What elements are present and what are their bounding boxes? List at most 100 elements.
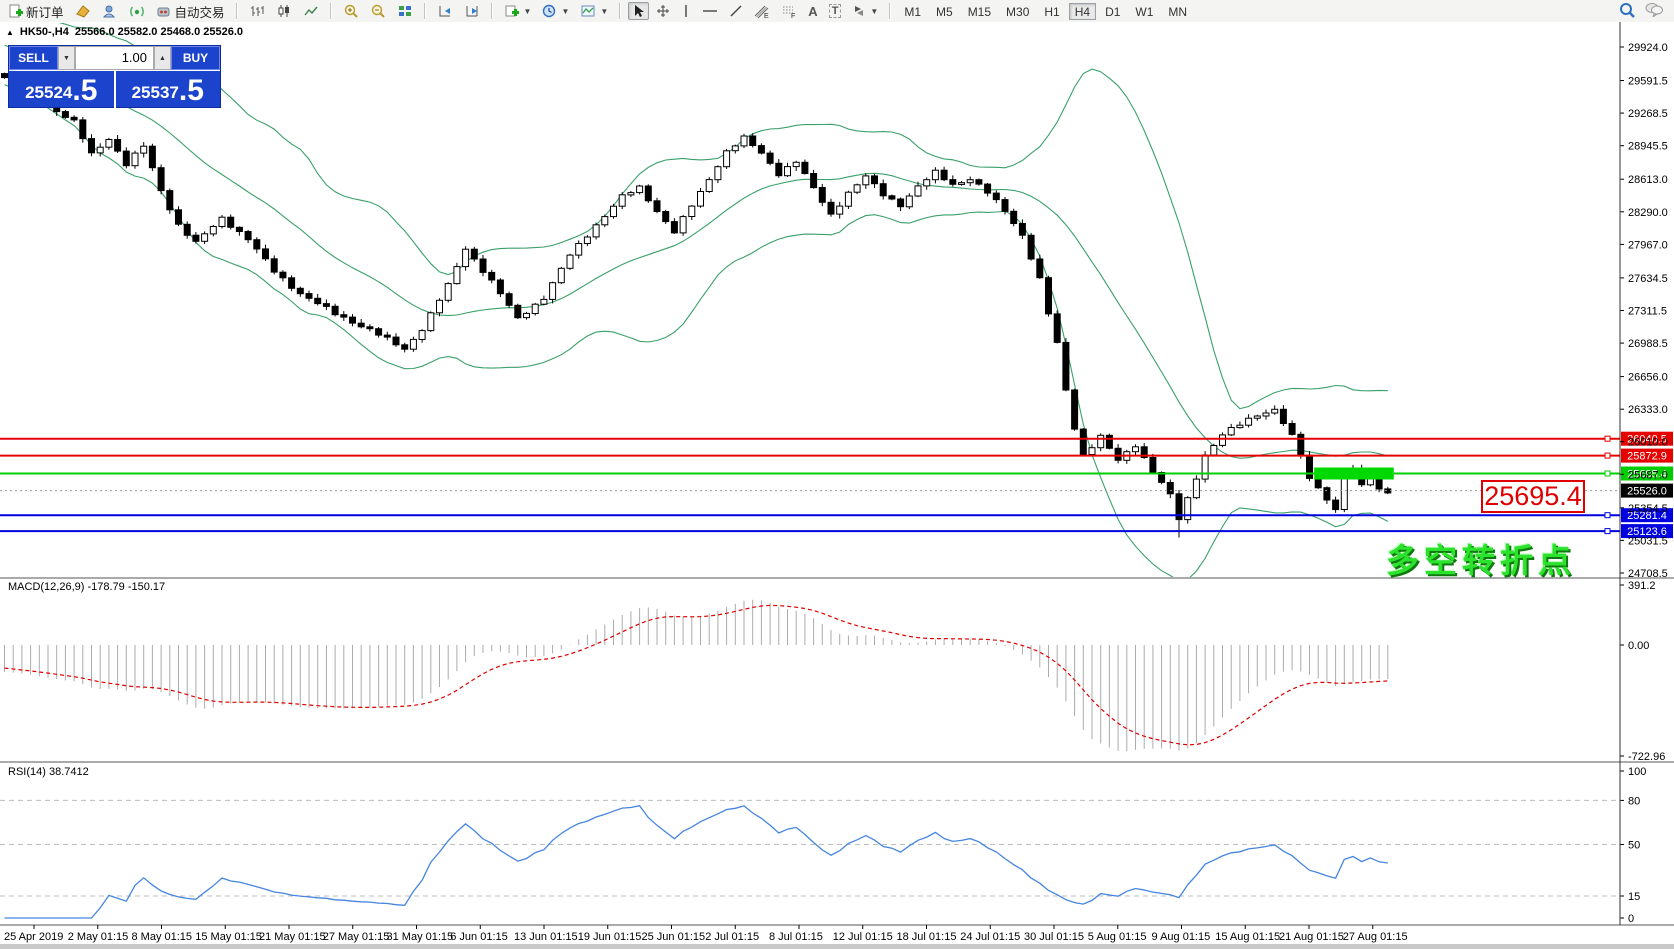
sell-price[interactable]: 25524 .5 [9, 71, 114, 108]
rsi-line [5, 806, 1388, 918]
macd-tick-label: 391.2 [1628, 580, 1656, 592]
candlestick-chart-icon [276, 4, 292, 18]
seal-button[interactable] [71, 2, 95, 20]
signal-button[interactable] [125, 2, 149, 20]
autotrading-button[interactable]: 自动交易 [152, 2, 229, 20]
timeframe-m15[interactable]: M15 [962, 3, 997, 20]
rsi-indicator-label: RSI(14) 38.7412 [8, 766, 89, 778]
trendline-icon [729, 4, 743, 18]
rsi-tick-label: 100 [1628, 766, 1646, 778]
cursor-tool-button[interactable] [628, 2, 649, 20]
sell-price-main: 25524 [25, 80, 72, 106]
periodicity-button[interactable]: ▼ [538, 2, 573, 20]
highlight-bar[interactable] [1314, 468, 1394, 480]
timeframe-m1[interactable]: M1 [898, 3, 927, 20]
label-tool-icon: T [829, 4, 842, 18]
turning-point-text[interactable]: 多空转折点 [1386, 534, 1576, 582]
time-axis-label: 8 Jul 01:15 [769, 931, 823, 943]
horizontal-line-tool-button[interactable] [698, 2, 722, 20]
volume-up-button[interactable]: ▲ [154, 46, 171, 70]
chart-window[interactable]: 26040.525872.925695.425526.025281.425123… [0, 22, 1674, 949]
time-axis-label: 15 Aug 01:15 [1215, 931, 1280, 943]
candlestick-chart-button[interactable] [272, 2, 296, 20]
time-axis-label: 9 Aug 01:15 [1152, 931, 1211, 943]
buy-price-fraction: .5 [179, 76, 204, 106]
new-order-button[interactable]: 新订单 [4, 2, 68, 20]
template-button[interactable]: ▼ [576, 2, 612, 20]
timeframe-d1[interactable]: D1 [1099, 3, 1126, 20]
toolbar-separator [889, 3, 891, 19]
line-handle[interactable] [1605, 529, 1610, 534]
new-order-icon [8, 4, 23, 19]
timeframe-h1[interactable]: H1 [1038, 3, 1065, 20]
price-tick-label: 27634.5 [1628, 273, 1668, 285]
text-tool-icon: A [808, 4, 817, 19]
timeframe-w1[interactable]: W1 [1129, 3, 1159, 20]
timeframe-m5[interactable]: M5 [930, 3, 959, 20]
timeframe-mn[interactable]: MN [1162, 3, 1193, 20]
macd-signal-line [5, 605, 1388, 744]
line-handle[interactable] [1605, 453, 1610, 458]
chevron-down-icon: ▼ [524, 7, 532, 16]
chart-symbol: HK50-,H4 [20, 26, 69, 38]
line-chart-button[interactable] [299, 2, 323, 20]
autoscroll-button[interactable] [433, 2, 457, 20]
channel-icon: E [754, 4, 770, 19]
price-tick-label: 26010.0 [1628, 437, 1668, 449]
crosshair-tool-button[interactable] [652, 2, 674, 20]
signal-icon [129, 4, 145, 18]
vertical-line-tool-button[interactable] [677, 2, 695, 20]
buy-price[interactable]: 25537 .5 [116, 71, 221, 108]
toolbar-separator [424, 3, 426, 19]
time-axis-label: 13 Jun 01:15 [514, 931, 578, 943]
volume-input[interactable]: 1.00 [75, 46, 154, 70]
autotrading-label: 自动交易 [175, 2, 225, 21]
price-annotation-box[interactable]: 25695.4 [1481, 480, 1585, 513]
chart-shift-button[interactable] [460, 2, 484, 20]
price-tick-label: 27311.5 [1628, 306, 1667, 318]
volume-down-button[interactable]: ▼ [58, 46, 75, 70]
community-button[interactable] [98, 2, 122, 20]
chart-shift-icon [464, 4, 480, 18]
search-icon[interactable] [1619, 2, 1636, 21]
label-tool-button[interactable]: T [825, 2, 846, 20]
price-tick-label: 26333.0 [1628, 404, 1668, 416]
price-tick-label: 28613.0 [1628, 174, 1668, 186]
time-axis-label: 18 Jul 01:15 [897, 931, 957, 943]
time-axis-label: 2 Jul 01:15 [705, 931, 759, 943]
line-handle[interactable] [1605, 436, 1610, 441]
arrows-tool-button[interactable]: ▼ [848, 2, 882, 20]
time-axis-label: 8 May 01:15 [132, 931, 193, 943]
trendline-tool-button[interactable] [725, 2, 747, 20]
text-tool-button[interactable]: A [804, 2, 821, 20]
seal-icon [75, 4, 91, 18]
bar-chart-icon [249, 4, 265, 18]
chart-canvas[interactable]: 26040.525872.925695.425526.025281.425123… [0, 22, 1674, 949]
bar-chart-button[interactable] [245, 2, 269, 20]
chat-icon[interactable] [1644, 2, 1664, 20]
zoom-out-button[interactable] [366, 2, 390, 20]
crosshair-icon [656, 4, 670, 18]
line-handle[interactable] [1605, 471, 1610, 476]
fibonacci-tool-button[interactable]: F [777, 2, 801, 20]
sell-button[interactable]: SELL [9, 46, 58, 70]
buy-button[interactable]: BUY [171, 46, 220, 70]
new-chart-button[interactable]: ▼ [500, 2, 536, 20]
timeframe-m30[interactable]: M30 [1000, 3, 1035, 20]
zoom-in-button[interactable] [339, 2, 363, 20]
macd-tick-label: -722.96 [1628, 751, 1665, 763]
vertical-line-icon [681, 4, 691, 18]
channel-tool-button[interactable]: E [750, 2, 774, 20]
line-handle[interactable] [1605, 513, 1610, 518]
time-axis-label: 25 Apr 2019 [4, 931, 63, 943]
time-axis-label: 27 Aug 01:15 [1343, 931, 1408, 943]
price-label-text: 25872.9 [1627, 451, 1667, 463]
timeframe-h4[interactable]: H4 [1069, 3, 1096, 20]
tile-windows-button[interactable] [393, 2, 417, 20]
price-label-text: 25526.0 [1627, 486, 1667, 498]
mt4-window: 新订单 自动交易 ▼ ▼ [0, 0, 1674, 949]
collapse-arrow-icon[interactable]: ▲ [6, 28, 14, 37]
macd-indicator-label: MACD(12,26,9) -178.79 -150.17 [8, 581, 165, 593]
new-order-label: 新订单 [26, 2, 64, 21]
chevron-down-icon: ▼ [870, 7, 878, 16]
